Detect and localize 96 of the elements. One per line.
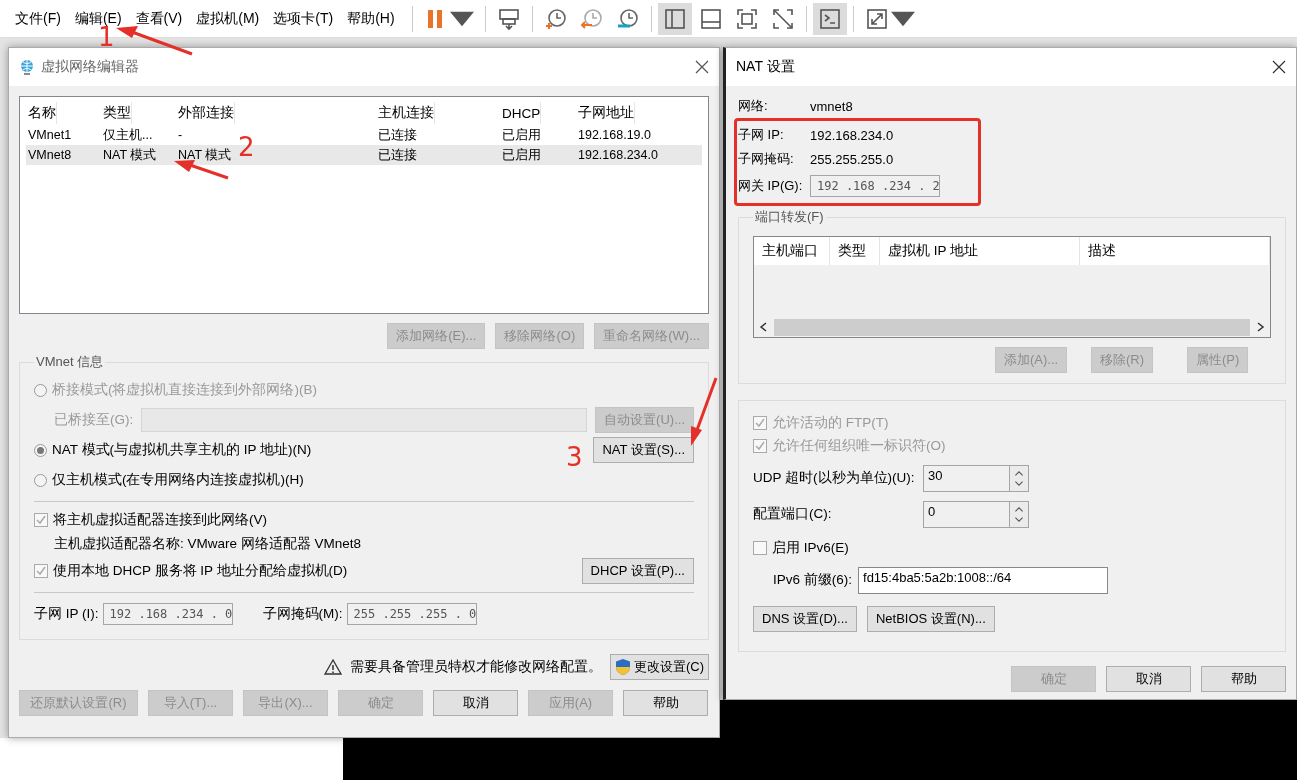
ip-field[interactable]: 192 .168 .234 . 2: [810, 175, 940, 197]
keyboard-icon: [496, 6, 521, 31]
annotation-arrow: [691, 377, 718, 446]
table-cell-text: VMnet8: [27, 148, 72, 162]
table-cell-text: 已连接: [377, 126, 417, 144]
number-field[interactable]: 30: [923, 464, 1009, 492]
table-cell-text: 仅主机...: [102, 126, 153, 144]
group-label: VMnet 信息: [35, 353, 105, 371]
field-value: 192.168.234.0: [810, 127, 895, 143]
field-label: 已桥接至(G):: [54, 411, 134, 429]
group-label: 端口转发(F): [754, 208, 825, 226]
unity-off-icon: [770, 6, 795, 31]
menu-item[interactable]: 帮助(H): [340, 9, 402, 28]
column-header[interactable]: 主机连接: [376, 102, 435, 124]
field-label: 子网掩码(M):: [262, 605, 343, 623]
annotation-arrow: [174, 160, 229, 180]
column-header[interactable]: DHCP: [500, 102, 542, 124]
dialog-button[interactable]: NetBIOS 设置(N)...: [866, 606, 995, 632]
table-cell-text: VMnet1: [27, 128, 72, 142]
field-label: 子网 IP (I):: [34, 605, 99, 623]
table-cell-text: NAT 模式: [177, 146, 232, 164]
scrollbar-thumb[interactable]: [774, 318, 1250, 336]
dialog-button[interactable]: 取消: [433, 690, 518, 716]
change-settings-button[interactable]: 更改设置(C): [609, 654, 709, 680]
field-label: 子网掩码:: [738, 150, 795, 168]
checkbox[interactable]: 启用 IPv6(E): [753, 539, 849, 557]
column-header[interactable]: 主机端口: [754, 237, 830, 265]
table-cell-text: 已启用: [501, 126, 541, 144]
window-title: 虚拟网络编辑器: [41, 58, 140, 76]
close-icon[interactable]: [1272, 60, 1286, 74]
checkmark-icon: [36, 566, 46, 576]
adapter-name: 主机虚拟适配器名称: VMware 网络适配器 VMnet8: [54, 535, 362, 553]
spinner-icon[interactable]: [1009, 464, 1029, 492]
panel-layout-icon: [698, 6, 723, 31]
field-label: IPv6 前缀(6):: [773, 571, 852, 589]
fullscreen-icon: [734, 6, 759, 31]
checkbox[interactable]: 使用本地 DHCP 服务将 IP 地址分配给虚拟机(D): [34, 562, 348, 580]
table-cell-text: 已启用: [501, 146, 541, 164]
menu-item[interactable]: 虚拟机(M): [189, 9, 267, 28]
table-cell-text: NAT 模式: [102, 146, 157, 164]
menu-item[interactable]: 选项卡(T): [266, 9, 341, 28]
checkbox[interactable]: 将主机虚拟适配器连接到此网络(V): [34, 511, 267, 529]
warning-icon: [323, 659, 342, 675]
column-header[interactable]: 外部连接: [176, 102, 235, 124]
column-header[interactable]: 类型: [830, 237, 880, 265]
number-field[interactable]: 0: [923, 500, 1009, 528]
toolbar-button[interactable]: [812, 2, 847, 35]
text-field[interactable]: fd15:4ba5:5a2b:1008::/64: [858, 566, 1108, 594]
annotation-number: 3: [566, 446, 583, 468]
checkmark-icon: [755, 417, 765, 428]
dialog-button[interactable]: 帮助: [1201, 666, 1286, 692]
dialog-button[interactable]: 取消: [1106, 666, 1191, 692]
table-cell-text: -: [177, 128, 183, 142]
dialog-button[interactable]: DHCP 设置(P)...: [581, 558, 694, 584]
field-value: 255.255.255.0: [810, 151, 895, 167]
table-cell-text: 已连接: [377, 146, 417, 164]
globe-icon: [19, 59, 35, 75]
checkmark-icon: [36, 515, 46, 525]
column-header[interactable]: 类型: [101, 102, 132, 124]
column-header[interactable]: 描述: [1080, 237, 1270, 265]
window-title: NAT 设置: [736, 58, 796, 76]
dialog-button[interactable]: DNS 设置(D)...: [753, 606, 857, 632]
dialog-button[interactable]: 帮助: [623, 690, 708, 716]
checkmark-icon: [755, 440, 765, 451]
close-icon[interactable]: [695, 60, 709, 74]
dropdown-field[interactable]: [141, 408, 588, 432]
clock-icon: [579, 6, 604, 31]
radio-option[interactable]: 仅主机模式(在专用网络内连接虚拟机)(H): [34, 471, 304, 489]
field-label: 网络:: [738, 97, 769, 115]
ip-field[interactable]: 192 .168 .234 . 0: [102, 603, 233, 625]
dialog-button[interactable]: NAT 设置(S)...: [593, 437, 694, 463]
spinner-icon[interactable]: [1009, 500, 1029, 528]
field-label: 子网 IP:: [738, 126, 785, 144]
column-header[interactable]: 虚拟机 IP 地址: [880, 237, 1080, 265]
shield-icon: [614, 658, 631, 676]
expand-icon: [864, 6, 889, 31]
field-label: 网关 IP(G):: [738, 177, 804, 195]
table-cell-text: 192.168.19.0: [577, 128, 651, 142]
menu-item[interactable]: 编辑(E): [67, 9, 129, 28]
radio-option[interactable]: NAT 模式(与虚拟机共享主机的 IP 地址)(N): [34, 441, 312, 459]
toolbar-button[interactable]: [657, 2, 692, 35]
field-label: UDP 超时(以秒为单位)(U):: [753, 469, 915, 487]
warning-text: 需要具备管理员特权才能修改网络配置。: [349, 658, 602, 676]
column-header[interactable]: 名称: [26, 102, 57, 124]
table-cell-text: 192.168.234.0: [577, 148, 658, 162]
clock-icon: [615, 6, 640, 31]
field-label: 配置端口(C):: [753, 505, 833, 523]
sidebar-layout-icon: [662, 6, 687, 31]
menu-item[interactable]: 查看(V): [128, 9, 190, 28]
annotation-number: 1: [98, 26, 115, 48]
menu-item[interactable]: 文件(F): [8, 9, 68, 28]
terminal-icon: [817, 6, 842, 31]
field-value: vmnet8: [810, 98, 854, 114]
clock-icon: [543, 6, 568, 31]
ip-field[interactable]: 255 .255 .255 . 0: [346, 603, 477, 625]
column-header[interactable]: 子网地址: [576, 102, 635, 124]
